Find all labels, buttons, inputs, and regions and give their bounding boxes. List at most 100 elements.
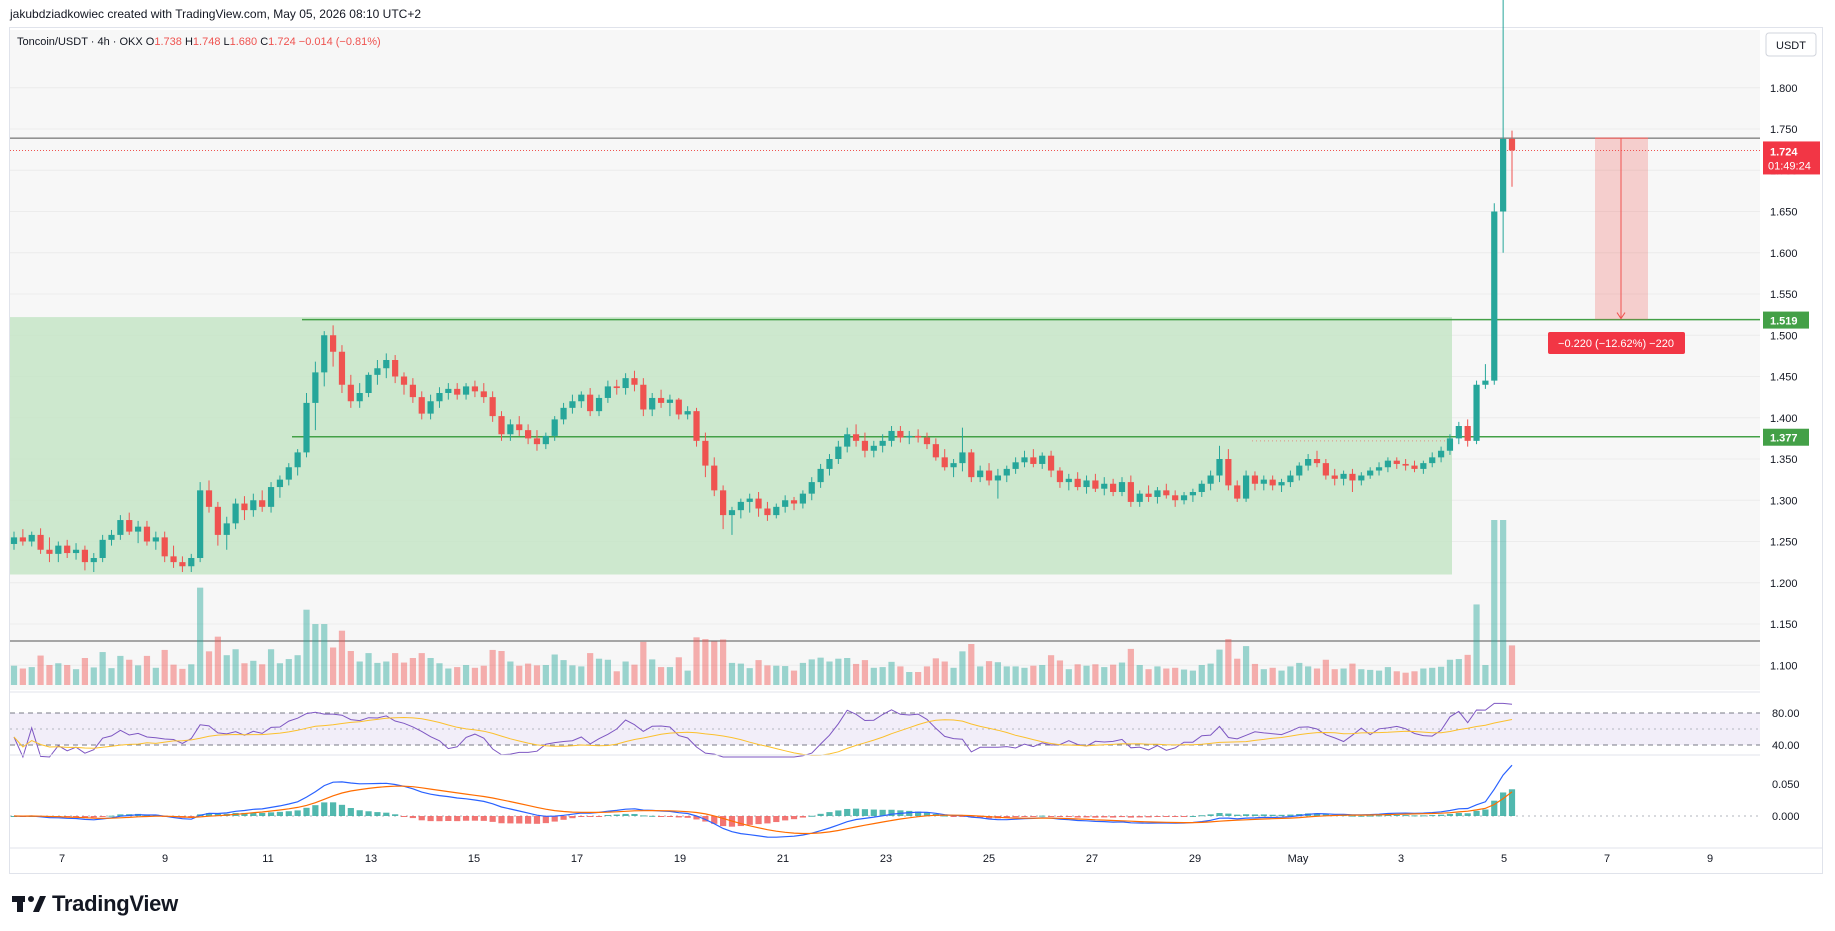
candle-body: [977, 470, 984, 478]
volume-bar: [276, 663, 284, 685]
candle-body: [1172, 495, 1179, 501]
macd-histogram-bar: [950, 816, 957, 817]
level-label-upper: 1.519: [1770, 316, 1798, 328]
candle-body: [844, 434, 851, 447]
macd-histogram-bar: [1411, 815, 1418, 817]
macd-histogram-bar: [1349, 815, 1356, 817]
volume-bar: [1322, 659, 1329, 685]
candle-body: [578, 394, 585, 402]
tradingview-logo[interactable]: TradingView: [12, 891, 178, 917]
candle-body: [1464, 426, 1471, 441]
candle-body: [1234, 485, 1241, 499]
volume-bar: [1207, 663, 1214, 685]
volume-bar: [897, 666, 904, 685]
candle-body: [790, 500, 798, 504]
volume-bar: [1349, 663, 1356, 685]
candle-body: [28, 534, 35, 542]
volume-bar: [657, 667, 665, 685]
volume-bar: [1384, 667, 1392, 685]
candle-body: [232, 503, 239, 524]
volume-bar: [19, 668, 26, 685]
candle-body: [1101, 483, 1108, 489]
volume-bar: [445, 668, 452, 685]
candle-body: [276, 479, 284, 488]
candle-body: [400, 376, 408, 385]
macd-histogram-bar: [471, 816, 479, 821]
legend-high-label: H: [185, 36, 193, 48]
candle-body: [923, 437, 931, 445]
candle-body: [1065, 478, 1072, 483]
candle-body: [374, 368, 381, 375]
time-tick-label: May: [1288, 853, 1309, 865]
macd-histogram-bar: [294, 810, 301, 816]
candle-body: [666, 399, 674, 403]
candle-body: [1198, 483, 1205, 492]
macd-histogram-bar: [1429, 815, 1436, 817]
macd-histogram-bar: [1039, 815, 1046, 817]
candle-body: [19, 537, 26, 542]
volume-bar: [959, 651, 966, 685]
volume-bar: [1411, 671, 1418, 685]
macd-histogram-bar: [870, 809, 877, 816]
candle-body: [1437, 450, 1445, 458]
volume-bar: [99, 652, 106, 685]
volume-bar: [232, 649, 239, 685]
macd-histogram-bar: [507, 816, 514, 824]
candle-body: [10, 537, 18, 544]
volume-bar: [1491, 520, 1498, 685]
volume-bar: [826, 661, 833, 685]
candle-body: [1021, 457, 1028, 463]
macd-histogram-bar: [1234, 814, 1241, 816]
macd-histogram-bar: [764, 816, 771, 824]
candle-body: [959, 452, 966, 464]
volume-bar: [551, 654, 558, 685]
volume-bar: [356, 661, 363, 685]
volume-bar: [1118, 662, 1126, 685]
candle-body: [1154, 490, 1161, 497]
macd-histogram-bar: [551, 816, 558, 822]
volume-bar: [525, 663, 532, 685]
candle-body: [693, 411, 700, 441]
candle-body: [498, 416, 505, 435]
candle-body: [365, 374, 372, 393]
candle-body: [507, 424, 514, 435]
time-tick-label: 27: [1086, 853, 1098, 865]
last-price-value: 1.724: [1770, 146, 1798, 158]
price-tick-label: 1.350: [1770, 454, 1798, 466]
candle-body: [604, 386, 611, 398]
candle-body: [1384, 460, 1392, 468]
macd-histogram-bar: [99, 816, 106, 817]
candle-body: [1251, 475, 1259, 484]
candle-body: [445, 388, 452, 393]
volume-bar: [790, 670, 798, 685]
candle-body: [950, 463, 957, 468]
candle-body: [294, 452, 301, 468]
volume-bar: [1047, 655, 1055, 685]
measure-label: −0.220 (−12.62%) −220: [1558, 338, 1674, 350]
legend-low-value: 1.680: [230, 36, 261, 48]
macd-histogram-bar: [1464, 813, 1471, 816]
time-tick-label: 5: [1501, 853, 1507, 865]
volume-bar: [374, 662, 381, 685]
volume-bar: [720, 639, 727, 685]
macd-histogram-bar: [1225, 813, 1232, 816]
volume-bar: [1251, 663, 1259, 685]
macd-histogram-bar: [303, 807, 310, 816]
trading-chart[interactable]: −0.220 (−12.62%) −220 Toncoin/USDT · 4h ·…: [0, 0, 1835, 931]
candle-body: [117, 520, 124, 535]
macd-histogram-bar: [906, 810, 913, 816]
candle-body: [347, 384, 354, 402]
volume-bar: [418, 653, 425, 685]
volume-bar: [622, 661, 629, 685]
candle-body: [81, 549, 89, 563]
candle-body: [267, 487, 275, 507]
volume-bar: [489, 649, 496, 685]
tradingview-logo-icon: [12, 896, 46, 912]
volume-bar: [587, 653, 594, 685]
macd-histogram-bar: [595, 816, 603, 817]
candle-body: [764, 508, 771, 516]
candle-body: [1207, 475, 1214, 484]
ohlc-legend[interactable]: Toncoin/USDT · 4h · OKX O1.738 H1.748 L1…: [17, 36, 381, 48]
candle-body: [1322, 463, 1329, 476]
candle-body: [1225, 459, 1232, 486]
